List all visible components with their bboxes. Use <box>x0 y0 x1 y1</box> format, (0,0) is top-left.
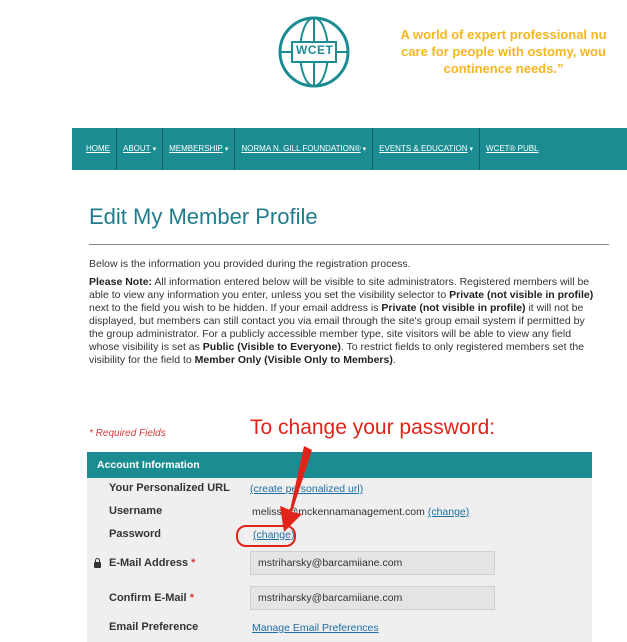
nav-item-home[interactable]: HOME <box>72 128 117 170</box>
tagline-line-3: continence needs.” <box>443 61 564 76</box>
tagline: A world of expert professional nu care f… <box>380 26 627 77</box>
nav-item-about[interactable]: ABOUT ▾ <box>117 128 164 170</box>
chevron-down-icon: ▾ <box>362 146 367 153</box>
chevron-down-icon: ▾ <box>152 146 157 153</box>
nav-item-events[interactable]: EVENTS & EDUCATION ▾ <box>373 128 480 170</box>
tagline-line-1: A world of expert professional nu <box>400 27 607 42</box>
red-arrow-icon <box>280 446 312 532</box>
nav-item-publications[interactable]: WCET® PUBL <box>480 128 545 170</box>
nav-item-foundation[interactable]: NORMA N. GILL FOUNDATION® ▾ <box>235 128 374 170</box>
logo-text: WCET <box>296 43 334 57</box>
wcet-logo[interactable]: WCET <box>268 6 368 106</box>
nav-item-membership[interactable]: MEMBERSHIP ▾ <box>163 128 236 170</box>
chevron-down-icon: ▾ <box>224 146 229 153</box>
tagline-line-2: care for people with ostomy, wou <box>401 44 606 59</box>
main-nav: HOME ABOUT ▾ MEMBERSHIP ▾ NORMA N. GILL FO… <box>72 128 627 170</box>
chevron-down-icon: ▾ <box>469 146 473 153</box>
page-content: Edit My Member Profile Below is the info… <box>72 170 612 642</box>
